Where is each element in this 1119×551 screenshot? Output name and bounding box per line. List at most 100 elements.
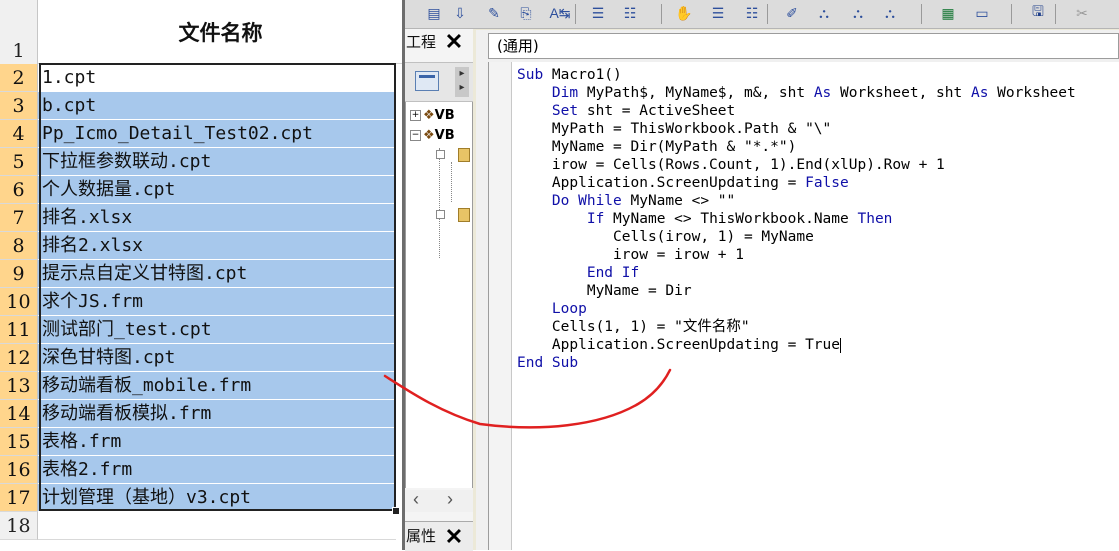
- cell[interactable]: 提示点自定义甘特图.cpt: [38, 260, 396, 288]
- row-header[interactable]: 9: [0, 260, 38, 288]
- tree-item[interactable]: − ❖VB: [410, 128, 455, 143]
- row-header[interactable]: 16: [0, 456, 38, 484]
- tree-item[interactable]: + ❖VB: [410, 108, 455, 123]
- hand-icon[interactable]: ✋: [673, 2, 695, 24]
- code-editor[interactable]: Sub Macro1() Dim MyPath$, MyName$, m&, s…: [488, 62, 1119, 550]
- cell[interactable]: Pp_Icmo_Detail_Test02.cpt: [38, 120, 396, 148]
- code-token: MyPath = ThisWorkbook.Path & "\": [517, 121, 832, 137]
- row-header[interactable]: 18: [0, 512, 38, 540]
- undo-icon[interactable]: ⎘: [515, 2, 537, 24]
- object-combo[interactable]: (通用): [488, 33, 1119, 59]
- cell[interactable]: 求个JS.frm: [38, 288, 396, 316]
- view-object-icon[interactable]: [415, 71, 439, 91]
- comment-block-icon[interactable]: ☷: [741, 2, 763, 24]
- vba-project-icon: ❖: [423, 128, 435, 143]
- cell[interactable]: b.cpt: [38, 92, 396, 120]
- tree-item-label: VB: [434, 108, 455, 123]
- sheet-row: 11 测试部门_test.cpt: [0, 316, 403, 344]
- expand-icon[interactable]: +: [410, 110, 421, 121]
- cell[interactable]: 表格.frm: [38, 428, 396, 456]
- row-header[interactable]: 10: [0, 288, 38, 316]
- code-line: Application.ScreenUpdating = True: [517, 336, 1076, 354]
- row-header[interactable]: 6: [0, 176, 38, 204]
- code-line: Cells(irow, 1) = MyName: [517, 228, 1076, 246]
- indent-icon[interactable]: ☰: [587, 2, 609, 24]
- sheet-row: 3 b.cpt: [0, 92, 403, 120]
- toolbar-separator: [767, 4, 768, 24]
- toggle-breakpoint-icon[interactable]: ☰: [707, 2, 729, 24]
- scroll-left-icon[interactable]: ‹: [413, 489, 419, 510]
- save-icon[interactable]: 🖫: [1027, 2, 1049, 24]
- row-header[interactable]: 14: [0, 400, 38, 428]
- cell[interactable]: 表格2.frm: [38, 456, 396, 484]
- header-cell-a1[interactable]: 文件名称: [38, 0, 403, 64]
- row-header-1[interactable]: 1: [0, 0, 38, 64]
- fill-handle[interactable]: [392, 507, 400, 515]
- bookmark-icon[interactable]: ⛬: [813, 2, 835, 24]
- text-caret: [840, 338, 842, 353]
- cell[interactable]: 排名.xlsx: [38, 204, 396, 232]
- code-keyword: Set: [551, 103, 579, 119]
- toolbar-separator: [1055, 4, 1056, 24]
- row-header[interactable]: 12: [0, 344, 38, 372]
- code-line: Loop: [517, 300, 1076, 318]
- cell[interactable]: 移动端看板_mobile.frm: [38, 372, 396, 400]
- sheet-row: 2 1.cpt: [0, 64, 403, 92]
- find-icon[interactable]: ✎: [483, 2, 505, 24]
- horizontal-scrollbar[interactable]: ‹ ›: [405, 489, 473, 512]
- row-header[interactable]: 8: [0, 232, 38, 260]
- cut-icon[interactable]: ✂: [1071, 2, 1093, 24]
- row-header[interactable]: 3: [0, 92, 38, 120]
- collapse-icon[interactable]: −: [410, 130, 421, 141]
- toolbar-separator: [1011, 4, 1012, 24]
- code-line: irow = irow + 1: [517, 246, 1076, 264]
- cell[interactable]: 排名2.xlsx: [38, 232, 396, 260]
- cell[interactable]: 1.cpt: [38, 64, 396, 92]
- row-header[interactable]: 11: [0, 316, 38, 344]
- cell[interactable]: 下拉框参数联动.cpt: [38, 148, 396, 176]
- row-header[interactable]: 5: [0, 148, 38, 176]
- code-keyword: Loop: [551, 301, 587, 317]
- userform-icon[interactable]: ▭: [971, 2, 993, 24]
- code-token: Worksheet, sht: [831, 85, 971, 101]
- project-pane-title: 工程: [406, 33, 437, 51]
- cell[interactable]: 测试部门_test.cpt: [38, 316, 396, 344]
- code-token: MyName <> ThisWorkbook.Name: [604, 211, 858, 227]
- scroll-right-icon[interactable]: ›: [447, 489, 453, 510]
- row-header[interactable]: 15: [0, 428, 38, 456]
- close-icon[interactable]: ✕: [443, 524, 465, 549]
- redo-icon[interactable]: A↹: [549, 2, 571, 24]
- insert-module-icon[interactable]: ⇩: [449, 2, 471, 24]
- toolbar-overflow-icon[interactable]: ▸ ▸: [455, 67, 469, 97]
- properties-pane: 属性 ✕: [405, 521, 473, 551]
- cell[interactable]: 个人数据量.cpt: [38, 176, 396, 204]
- code-token: Application.ScreenUpdating = True: [517, 337, 841, 353]
- close-icon[interactable]: ✕: [443, 29, 465, 54]
- row-header[interactable]: 7: [0, 204, 38, 232]
- next-bookmark-icon[interactable]: ⛬: [847, 2, 869, 24]
- cell[interactable]: 计划管理（基地）v3.cpt: [38, 484, 396, 512]
- code-line: Dim MyPath$, MyName$, m&, sht As Workshe…: [517, 84, 1076, 102]
- row-header[interactable]: 17: [0, 484, 38, 512]
- expand-icon[interactable]: [436, 150, 445, 159]
- expand-icon[interactable]: [436, 210, 445, 219]
- prev-bookmark-icon[interactable]: ⛬: [879, 2, 901, 24]
- cell[interactable]: 深色甘特图.cpt: [38, 344, 396, 372]
- cell[interactable]: [38, 512, 396, 540]
- excel-icon[interactable]: ▦: [937, 2, 959, 24]
- row-header[interactable]: 2: [0, 64, 38, 92]
- row-header[interactable]: 4: [0, 120, 38, 148]
- code-text[interactable]: Sub Macro1() Dim MyPath$, MyName$, m&, s…: [517, 66, 1076, 372]
- outdent-icon[interactable]: ☷: [619, 2, 641, 24]
- cell[interactable]: 移动端看板模拟.frm: [38, 400, 396, 428]
- row-header[interactable]: 13: [0, 372, 38, 400]
- worksheet[interactable]: 1 文件名称 2 1.cpt 3 b.cpt 4 Pp_Icmo_Detail_Test0…: [0, 0, 403, 550]
- uncomment-icon[interactable]: ✐: [781, 2, 803, 24]
- breakpoint-margin[interactable]: [489, 62, 512, 550]
- view-code-icon[interactable]: ▤: [423, 2, 445, 24]
- code-token: Macro1(): [543, 67, 622, 83]
- code-token: Application.ScreenUpdating =: [517, 175, 806, 191]
